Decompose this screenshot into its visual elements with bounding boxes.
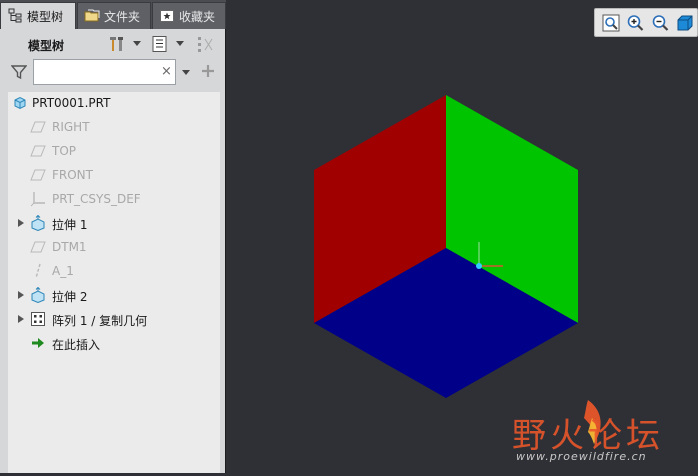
axis-icon xyxy=(35,263,41,279)
tree-item-extrude-1[interactable]: 拉伸 1 xyxy=(8,212,220,234)
extrude-icon xyxy=(31,287,45,303)
tab-label: 收藏夹 xyxy=(179,9,216,24)
expand-arrow-icon[interactable] xyxy=(16,218,26,228)
panel-tab-bar: 模型树 文件夹 收藏夹 xyxy=(0,0,226,29)
tree-item-prt-csys-def[interactable]: PRT_CSYS_DEF xyxy=(8,188,220,210)
csys-origin xyxy=(476,263,482,269)
datum-plane-icon xyxy=(30,121,46,133)
tree-item-pattern-1[interactable]: 阵列 1 / 复制几何 xyxy=(8,308,220,330)
tree-item-insert-here[interactable]: 在此插入 xyxy=(8,332,220,354)
filter-dropdown-arrow[interactable] xyxy=(182,70,190,75)
tab-model-tree[interactable]: 模型树 xyxy=(0,2,76,29)
datum-plane-icon xyxy=(30,169,46,181)
tree-item-label: A_1 xyxy=(52,264,74,278)
add-icon[interactable] xyxy=(201,64,215,78)
tools-dropdown-arrow[interactable] xyxy=(133,41,141,46)
datum-plane-icon xyxy=(30,241,46,253)
tab-label: 文件夹 xyxy=(104,9,141,24)
watermark: 野火论坛 www.proewildfire.cn xyxy=(512,388,698,473)
tree-item-label: TOP xyxy=(52,144,77,158)
part-icon xyxy=(14,96,26,110)
tree-search-input[interactable] xyxy=(33,59,176,85)
shading-icon[interactable] xyxy=(675,13,695,33)
folder-icon xyxy=(84,9,100,22)
zoom-in-icon[interactable] xyxy=(625,13,645,33)
tree-item-label: RIGHT xyxy=(52,120,90,134)
tree-root[interactable]: PRT0001.PRT xyxy=(8,92,220,114)
watermark-url: www.proewildfire.cn xyxy=(516,450,647,463)
tree-item-right[interactable]: RIGHT xyxy=(8,116,220,138)
zoom-out-icon[interactable] xyxy=(650,13,670,33)
list-icon[interactable] xyxy=(151,35,169,53)
model-tree-icon xyxy=(8,8,22,23)
tools-icon[interactable] xyxy=(108,35,126,53)
clear-search-icon[interactable]: × xyxy=(161,64,172,79)
tree-item-label: 阵列 1 / 复制几何 xyxy=(52,314,148,328)
model-tree: PRT0001.PRT RIGHT TOP FRONT PRT_CSYS_DEF… xyxy=(8,92,220,473)
tree-item-dtm1[interactable]: DTM1 xyxy=(8,236,220,258)
insert-here-icon xyxy=(32,338,44,348)
tree-item-label: DTM1 xyxy=(52,240,87,254)
favorites-icon xyxy=(160,10,174,22)
expand-arrow-icon[interactable] xyxy=(16,290,26,300)
extrude-icon xyxy=(31,215,45,231)
tab-folder-browser[interactable]: 文件夹 xyxy=(77,2,151,29)
tree-item-label: FRONT xyxy=(52,168,93,182)
expand-arrow-icon[interactable] xyxy=(16,314,26,324)
refit-icon[interactable] xyxy=(601,13,621,33)
tree-item-label: 在此插入 xyxy=(52,338,101,352)
csys-icon xyxy=(30,192,45,207)
pattern-icon xyxy=(31,312,45,326)
tree-item-extrude-2[interactable]: 拉伸 2 xyxy=(8,284,220,306)
tree-item-top[interactable]: TOP xyxy=(8,140,220,162)
filter-icon[interactable] xyxy=(11,64,27,80)
show-dropdown-arrow[interactable] xyxy=(176,41,184,46)
filter-row: × xyxy=(0,59,226,87)
tab-label: 模型树 xyxy=(27,9,64,24)
tree-item-a-1[interactable]: A_1 xyxy=(8,260,220,282)
columns-icon[interactable] xyxy=(196,35,214,53)
tab-favorites[interactable]: 收藏夹 xyxy=(152,2,226,29)
watermark-brand: 野火论坛 xyxy=(512,416,664,456)
tree-item-front[interactable]: FRONT xyxy=(8,164,220,186)
tree-item-label: 拉伸 1 xyxy=(52,218,88,232)
panel-title: 模型树 xyxy=(28,39,65,53)
datum-plane-icon xyxy=(30,145,46,157)
tree-item-label: 拉伸 2 xyxy=(52,290,88,304)
tree-toolbar: 模型树 xyxy=(0,29,226,59)
tree-item-label: PRT_CSYS_DEF xyxy=(52,192,141,206)
model-tree-panel: 模型树 文件夹 收藏夹 模型树 × PRT0001.PRT RIGHT TOP … xyxy=(0,0,226,473)
tree-root-label: PRT0001.PRT xyxy=(32,96,111,110)
view-toolbar xyxy=(594,8,698,37)
